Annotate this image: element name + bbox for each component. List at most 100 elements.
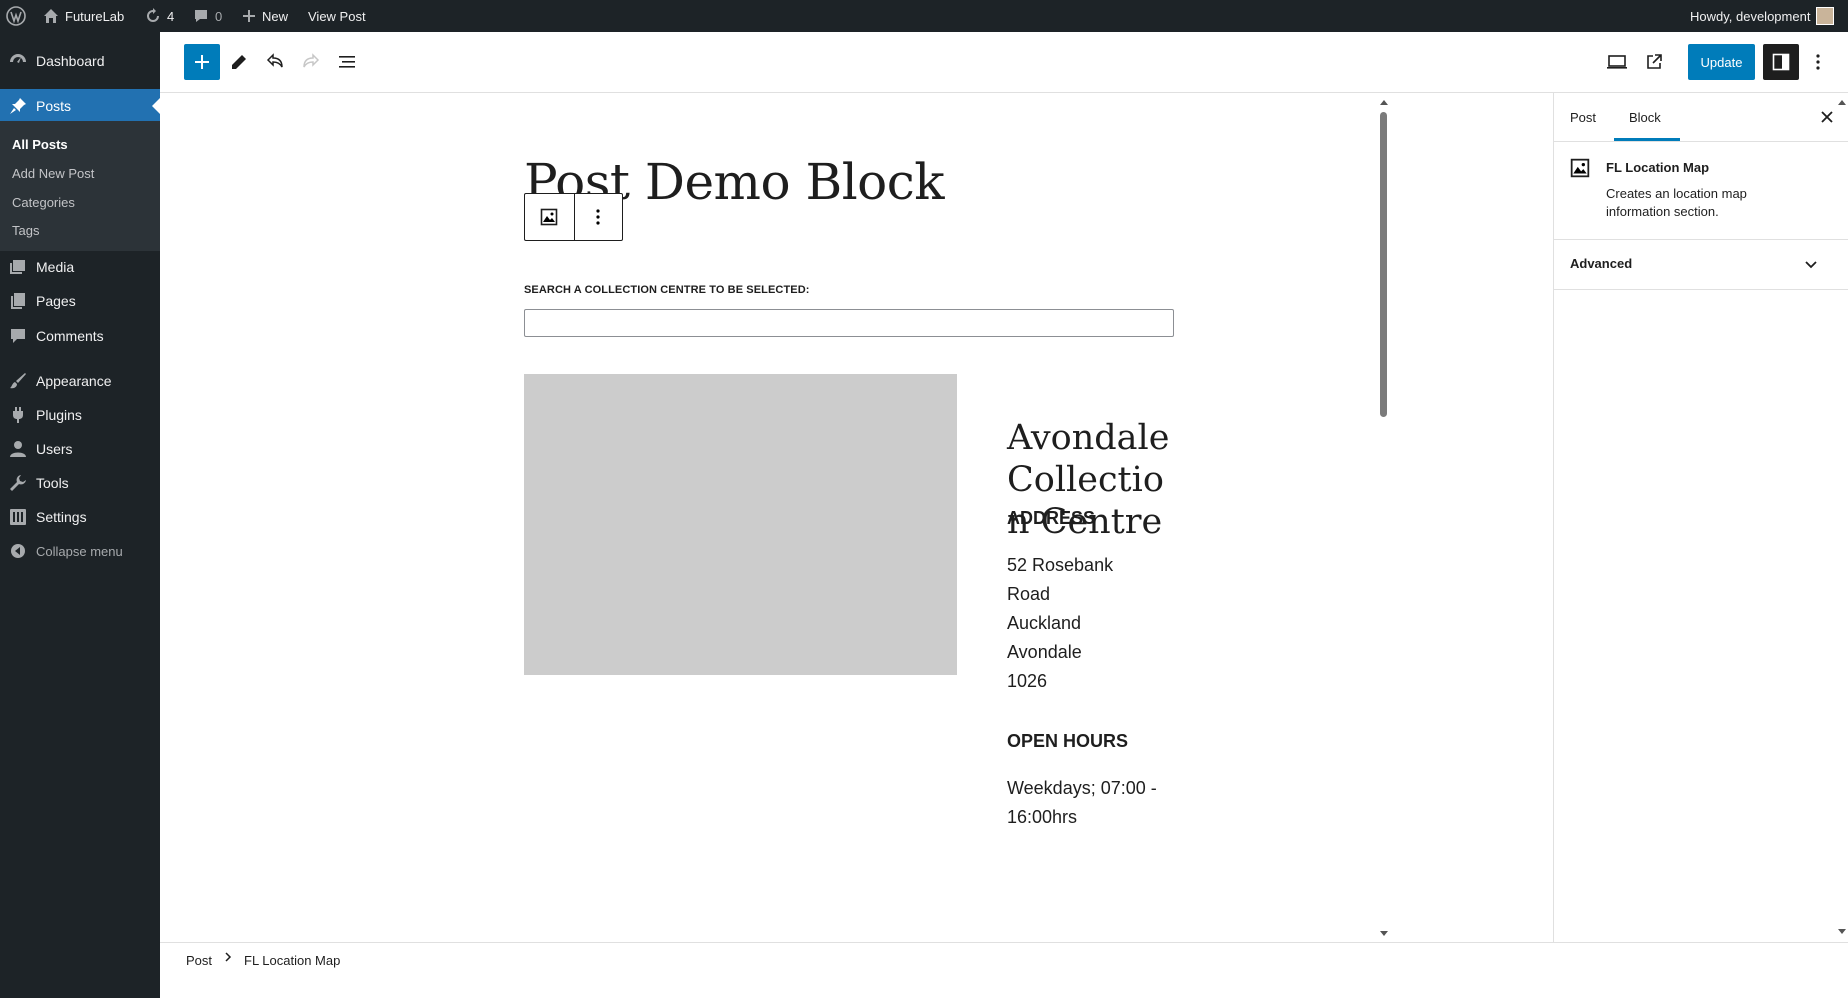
- menu-item-users[interactable]: Users: [0, 432, 160, 466]
- menu-label-appearance: Appearance: [36, 373, 112, 389]
- menu-label-posts: Posts: [36, 98, 72, 114]
- undo-icon: [266, 53, 283, 68]
- desktop-preview-icon: [1607, 55, 1627, 69]
- comments-link[interactable]: 0: [193, 0, 222, 32]
- menu-label-dashboard: Dashboard: [36, 53, 105, 69]
- scroll-up-arrow-icon: [1838, 100, 1846, 105]
- view-post-label: View Post: [308, 8, 366, 24]
- address-line: Road: [1007, 584, 1051, 604]
- vertical-ellipsis-icon: [596, 209, 600, 225]
- submenu-all-posts[interactable]: All Posts: [12, 137, 68, 152]
- tools-button[interactable]: [221, 44, 257, 80]
- open-hours-heading: OPEN HOURS: [1007, 731, 1129, 751]
- collapse-menu-label: Collapse menu: [36, 543, 123, 559]
- preview-button[interactable]: [1599, 44, 1635, 80]
- menu-item-dashboard[interactable]: Dashboard: [0, 44, 160, 78]
- advanced-divider: [1554, 289, 1848, 290]
- block-breadcrumb: Post FL Location Map: [160, 942, 1848, 998]
- address-line: Auckland: [1007, 613, 1082, 633]
- scroll-down-arrow-icon: [1380, 931, 1388, 936]
- menu-label-users: Users: [36, 441, 73, 457]
- admin-menu: Dashboard Posts All Posts Add New Post C…: [0, 32, 160, 998]
- site-name: FutureLab: [65, 8, 125, 24]
- collapse-arrow-icon: [0, 543, 36, 559]
- menu-item-comments[interactable]: Comments: [0, 319, 160, 353]
- avatar: [1816, 7, 1835, 25]
- new-label: New: [262, 8, 289, 24]
- collection-centre-search-input[interactable]: [524, 309, 1174, 337]
- media-icon: [0, 258, 36, 276]
- home-icon: [44, 9, 58, 23]
- updates-link[interactable]: 4: [145, 0, 174, 32]
- menu-item-settings[interactable]: Settings: [0, 500, 160, 534]
- menu-item-media[interactable]: Media: [0, 250, 160, 284]
- menu-label-tools: Tools: [36, 475, 69, 491]
- menu-item-pages[interactable]: Pages: [0, 284, 160, 318]
- pages-icon: [0, 292, 36, 310]
- paintbrush-icon: [0, 372, 36, 390]
- document-overview-button[interactable]: [329, 44, 365, 80]
- canvas-scrollbar-thumb[interactable]: [1380, 112, 1387, 417]
- search-label: SEARCH A COLLECTION CENTRE TO BE SELECTE…: [524, 284, 810, 296]
- settings-sliders-icon: [0, 508, 36, 526]
- redo-icon: [303, 53, 320, 68]
- menu-item-posts[interactable]: Posts: [0, 89, 160, 123]
- menu-label-comments: Comments: [36, 328, 104, 344]
- users-icon: [0, 440, 36, 458]
- tab-divider: [1554, 141, 1848, 142]
- view-post-link[interactable]: View Post: [308, 0, 366, 32]
- submenu-categories[interactable]: Categories: [12, 195, 75, 210]
- block-options-button[interactable]: [573, 194, 623, 240]
- chevron-down-icon: [1805, 261, 1817, 269]
- settings-sidebar-toggle[interactable]: [1763, 44, 1799, 80]
- comments-icon: [0, 327, 36, 345]
- list-view-icon: [339, 56, 355, 68]
- view-post-external-button[interactable]: [1636, 44, 1672, 80]
- menu-item-tools[interactable]: Tools: [0, 466, 160, 500]
- updates-icon: [147, 8, 159, 22]
- scroll-down-arrow-icon: [1838, 929, 1846, 934]
- new-content-link[interactable]: New: [242, 0, 288, 32]
- tab-post[interactable]: Post: [1570, 93, 1596, 141]
- block-card-description: Creates an location map information sect…: [1606, 186, 1747, 219]
- howdy-text: Howdy, development: [1690, 8, 1811, 24]
- menu-label-plugins: Plugins: [36, 407, 82, 423]
- undo-button[interactable]: [257, 44, 293, 80]
- wrench-icon: [0, 474, 36, 492]
- menu-label-settings: Settings: [36, 509, 87, 525]
- hours-line: Weekdays; 07:00 -: [1007, 778, 1157, 798]
- tab-block[interactable]: Block: [1629, 93, 1661, 141]
- advanced-panel-toggle[interactable]: Advanced: [1570, 256, 1632, 271]
- breadcrumb-root[interactable]: Post: [186, 953, 212, 968]
- submenu-add-new-post[interactable]: Add New Post: [12, 166, 94, 181]
- comments-count: 0: [215, 8, 223, 24]
- my-account-link[interactable]: Howdy, development: [1690, 0, 1835, 32]
- collapse-menu-button[interactable]: Collapse menu: [0, 534, 160, 568]
- posts-submenu: All Posts Add New Post Categories Tags: [0, 121, 160, 251]
- menu-item-appearance[interactable]: Appearance: [0, 364, 160, 398]
- external-link-icon: [1647, 54, 1662, 69]
- site-name-link[interactable]: FutureLab: [43, 0, 124, 32]
- block-type-button[interactable]: [525, 194, 574, 240]
- plugin-icon: [0, 406, 36, 424]
- redo-button[interactable]: [293, 44, 329, 80]
- hours-line: 16:00hrs: [1007, 807, 1078, 827]
- submenu-tags[interactable]: Tags: [12, 223, 39, 238]
- sidebar-icon: [1772, 53, 1790, 71]
- scroll-up-arrow-icon: [1380, 100, 1388, 105]
- address-line: 52 Rosebank: [1007, 555, 1114, 575]
- menu-label-pages: Pages: [36, 293, 76, 309]
- image-block-icon: [1570, 158, 1590, 178]
- wordpress-icon: [6, 6, 26, 26]
- menu-label-media: Media: [36, 259, 75, 275]
- block-inserter-button[interactable]: [184, 44, 220, 80]
- breadcrumb-current: FL Location Map: [244, 953, 341, 968]
- image-block-icon: [540, 208, 558, 226]
- options-menu-button[interactable]: [1800, 44, 1836, 80]
- settings-sidebar: Post Block FL Location Map Creates an lo…: [1553, 93, 1848, 942]
- update-button[interactable]: Update: [1688, 44, 1755, 80]
- wordpress-logo-button[interactable]: [6, 0, 26, 32]
- menu-item-plugins[interactable]: Plugins: [0, 398, 160, 432]
- updates-count: 4: [167, 8, 175, 24]
- map-placeholder: [524, 374, 957, 675]
